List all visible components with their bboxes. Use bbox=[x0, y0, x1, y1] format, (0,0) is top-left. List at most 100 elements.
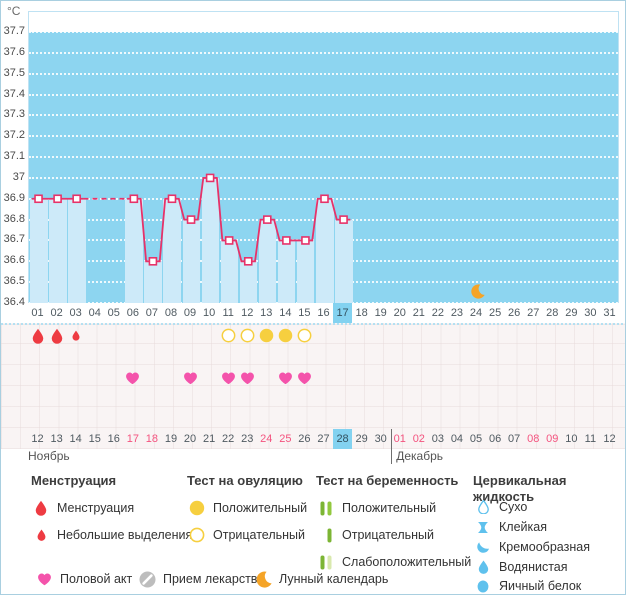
legend-item-label: Менструация bbox=[57, 501, 135, 515]
calendar-date-cell[interactable]: 12 bbox=[28, 429, 47, 449]
cycle-day-cell[interactable]: 18 bbox=[352, 303, 371, 323]
calendar-date-cell[interactable]: 27 bbox=[314, 429, 333, 449]
legend-item: Яичный белок bbox=[473, 576, 581, 594]
temperature-bar[interactable] bbox=[125, 198, 143, 303]
temperature-bar[interactable] bbox=[49, 198, 67, 303]
temperature-bar[interactable] bbox=[315, 198, 334, 303]
temperature-bar[interactable] bbox=[163, 198, 181, 303]
calendar-date-cell[interactable]: 30 bbox=[371, 429, 390, 449]
intercourse-heart-icon bbox=[219, 369, 238, 387]
cycle-day-cell[interactable]: 02 bbox=[47, 303, 66, 323]
calendar-date-cell[interactable]: 16 bbox=[104, 429, 123, 449]
temperature-bar[interactable] bbox=[335, 219, 353, 303]
cycle-day-cell[interactable]: 25 bbox=[486, 303, 505, 323]
cycle-day-cell[interactable]: 19 bbox=[371, 303, 390, 323]
calendar-date-cell[interactable]: 14 bbox=[66, 429, 85, 449]
calendar-date-cell[interactable]: 23 bbox=[238, 429, 257, 449]
cycle-day-cell[interactable]: 01 bbox=[28, 303, 47, 323]
calendar-date-cell[interactable]: 20 bbox=[181, 429, 200, 449]
temperature-bar[interactable] bbox=[144, 261, 162, 303]
cycle-day-cell[interactable]: 10 bbox=[200, 303, 219, 323]
calendar-date-cell[interactable]: 01 bbox=[390, 429, 409, 449]
legend-column: Тест на овуляцию bbox=[187, 467, 303, 489]
cycle-day-cell[interactable]: 23 bbox=[447, 303, 466, 323]
calendar-date-cell[interactable]: 07 bbox=[505, 429, 524, 449]
y-axis-tick-label: 36.9 bbox=[3, 191, 25, 204]
cycle-day-cell[interactable]: 17 bbox=[333, 303, 353, 323]
month-label: Декабрь bbox=[396, 449, 444, 463]
calendar-date-cell[interactable]: 17 bbox=[123, 429, 142, 449]
calendar-date-cell[interactable]: 19 bbox=[161, 429, 180, 449]
y-axis-tick-label: 36.7 bbox=[3, 233, 25, 246]
temperature-bar[interactable] bbox=[68, 198, 86, 303]
calendar-date-cell[interactable]: 02 bbox=[409, 429, 428, 449]
menstruation-drop-icon bbox=[28, 327, 47, 345]
calendar-date-cell[interactable]: 22 bbox=[219, 429, 238, 449]
calendar-date-cell[interactable]: 28 bbox=[333, 429, 353, 449]
legend-item: Менструация bbox=[31, 498, 134, 518]
cycle-day-cell[interactable]: 22 bbox=[428, 303, 447, 323]
cycle-day-cell[interactable]: 08 bbox=[161, 303, 180, 323]
temperature-bar[interactable] bbox=[239, 261, 258, 303]
cycle-day-cell[interactable]: 28 bbox=[543, 303, 562, 323]
temperature-bar[interactable] bbox=[182, 219, 201, 303]
pill-icon bbox=[137, 571, 157, 588]
cycle-day-cell[interactable]: 31 bbox=[600, 303, 619, 323]
calendar-date-cell[interactable]: 11 bbox=[581, 429, 600, 449]
cycle-day-cell[interactable]: 15 bbox=[295, 303, 314, 323]
legend: Менструация Менструация Небольшие выделени… bbox=[1, 467, 625, 594]
ovulation-negative-icon bbox=[295, 327, 314, 345]
calendar-date-cell[interactable]: 15 bbox=[85, 429, 104, 449]
cycle-day-cell[interactable]: 27 bbox=[524, 303, 543, 323]
legend-item: Лунный календарь bbox=[253, 569, 388, 589]
calendar-date-cell[interactable]: 12 bbox=[600, 429, 619, 449]
calendar-date-cell[interactable]: 06 bbox=[486, 429, 505, 449]
cycle-day-cell[interactable]: 30 bbox=[581, 303, 600, 323]
month-label: Ноябрь bbox=[28, 449, 70, 463]
legend-header: Тест на овуляцию bbox=[187, 473, 303, 488]
calendar-date-cell[interactable]: 03 bbox=[428, 429, 447, 449]
calendar-date-cell[interactable]: 24 bbox=[257, 429, 276, 449]
month-divider bbox=[391, 429, 392, 464]
calendar-date-cell[interactable]: 21 bbox=[200, 429, 219, 449]
cycle-day-cell[interactable]: 04 bbox=[85, 303, 104, 323]
cycle-day-cell[interactable]: 11 bbox=[219, 303, 238, 323]
temperature-bar[interactable] bbox=[277, 240, 296, 303]
y-axis-tick-label: 36.5 bbox=[3, 275, 25, 288]
legend-header: Менструация bbox=[31, 473, 117, 488]
cycle-day-cell[interactable]: 12 bbox=[238, 303, 257, 323]
intercourse-heart-icon bbox=[181, 369, 200, 387]
cycle-day-cell[interactable]: 05 bbox=[104, 303, 123, 323]
cycle-day-cell[interactable]: 24 bbox=[466, 303, 485, 323]
calendar-date-cell[interactable]: 08 bbox=[524, 429, 543, 449]
cycle-day-cell[interactable]: 14 bbox=[276, 303, 295, 323]
cycle-day-cell[interactable]: 29 bbox=[562, 303, 581, 323]
gridline bbox=[29, 135, 618, 138]
cycle-day-cell[interactable]: 09 bbox=[181, 303, 200, 323]
calendar-date-cell[interactable]: 04 bbox=[447, 429, 466, 449]
calendar-date-cell[interactable]: 29 bbox=[352, 429, 371, 449]
calendar-date-cell[interactable]: 09 bbox=[543, 429, 562, 449]
calendar-date-cell[interactable]: 25 bbox=[276, 429, 295, 449]
temperature-bar[interactable] bbox=[30, 198, 48, 303]
cycle-day-cell[interactable]: 16 bbox=[314, 303, 333, 323]
cycle-day-cell[interactable]: 21 bbox=[409, 303, 428, 323]
cycle-day-cell[interactable]: 20 bbox=[390, 303, 409, 323]
cycle-day-cell[interactable]: 26 bbox=[505, 303, 524, 323]
calendar-date-cell[interactable]: 26 bbox=[295, 429, 314, 449]
calendar-date-cell[interactable]: 18 bbox=[142, 429, 161, 449]
cycle-day-cell[interactable]: 13 bbox=[257, 303, 276, 323]
calendar-date-cell[interactable]: 05 bbox=[466, 429, 485, 449]
cycle-day-cell[interactable]: 06 bbox=[123, 303, 142, 323]
legend-item: Положительный bbox=[187, 498, 307, 518]
temperature-bar[interactable] bbox=[296, 240, 315, 303]
gridline bbox=[29, 156, 618, 159]
calendar-date-cell[interactable]: 10 bbox=[562, 429, 581, 449]
cycle-day-cell[interactable]: 03 bbox=[66, 303, 85, 323]
temperature-bar[interactable] bbox=[201, 177, 220, 303]
cycle-day-cell[interactable]: 07 bbox=[142, 303, 161, 323]
calendar-date-cell[interactable]: 13 bbox=[47, 429, 66, 449]
temperature-bar[interactable] bbox=[220, 240, 239, 303]
legend-header: Цервикальная жидкость bbox=[473, 473, 567, 504]
temperature-bar[interactable] bbox=[258, 219, 277, 303]
